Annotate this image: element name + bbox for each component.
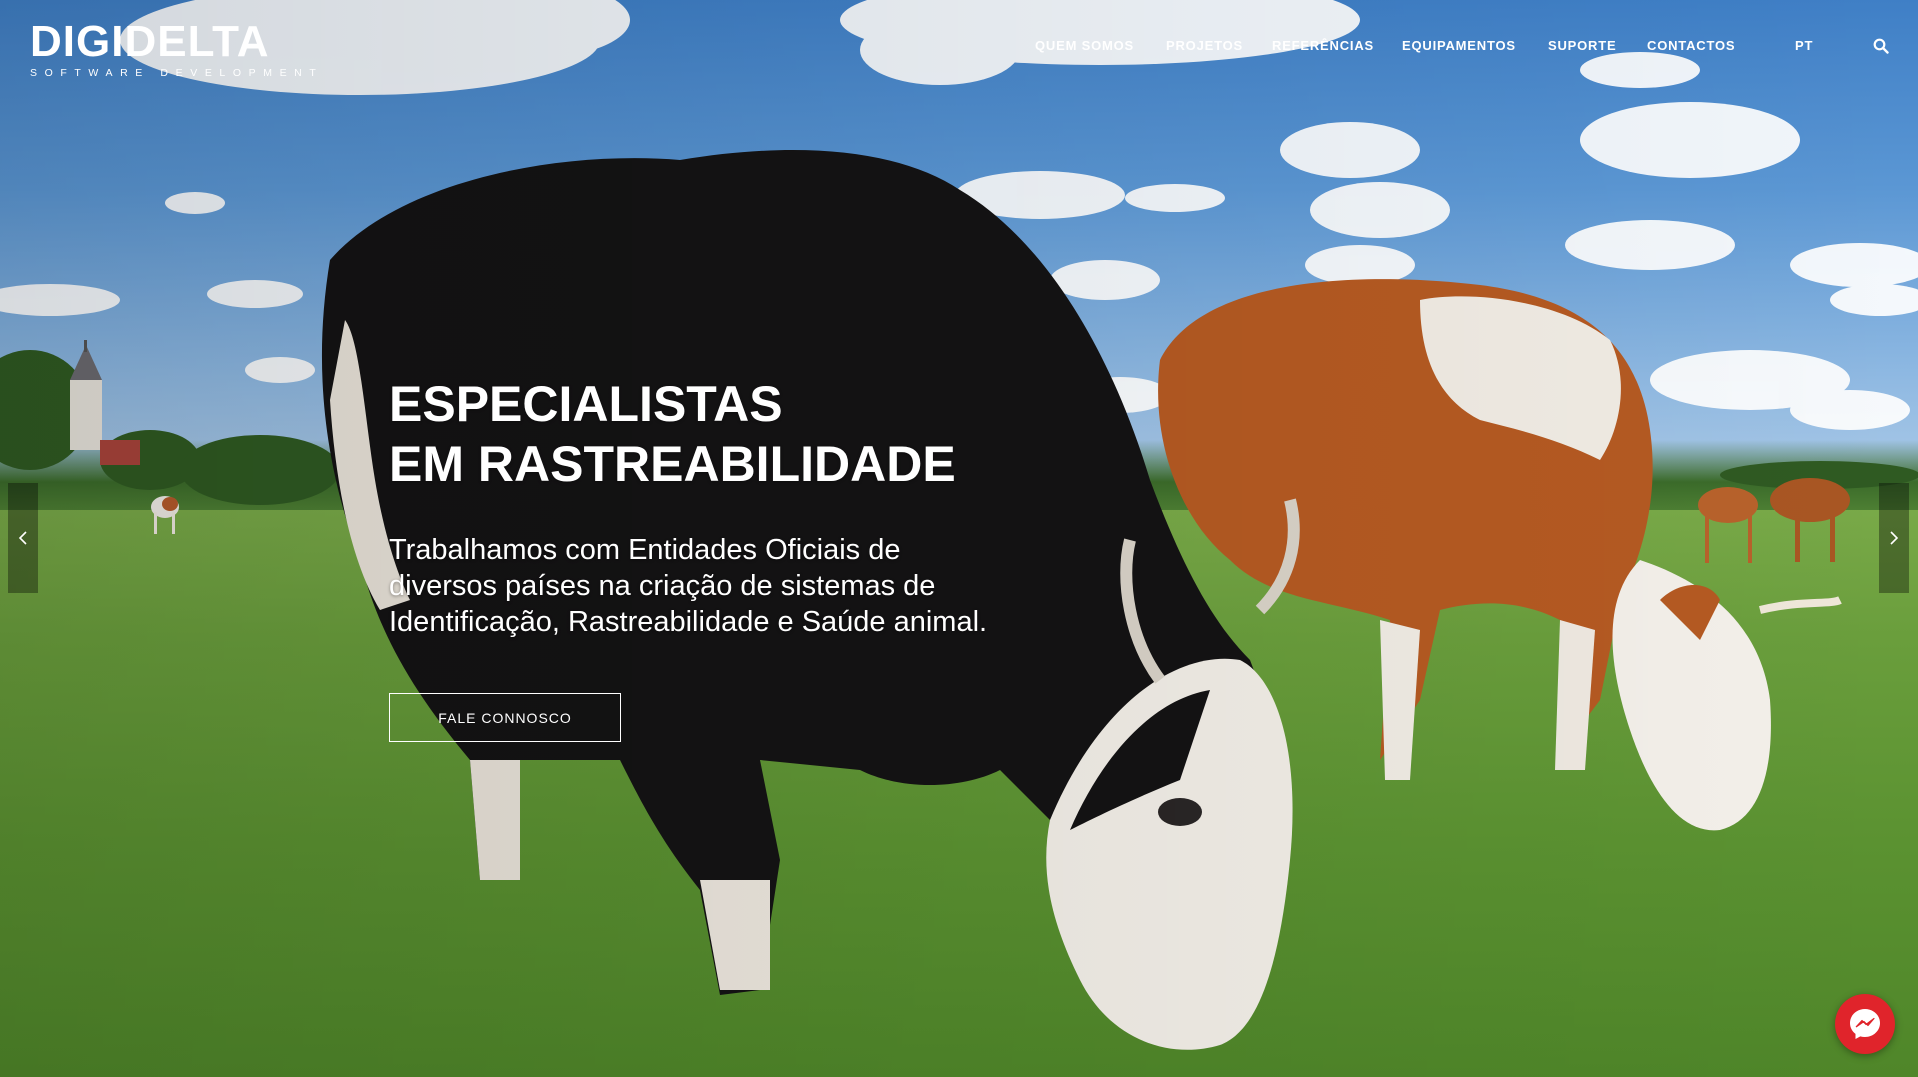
logo-tagline: SOFTWARE DEVELOPMENT: [30, 67, 324, 79]
language-selector[interactable]: PT: [1795, 38, 1813, 53]
nav-item-projetos[interactable]: PROJETOS: [1166, 38, 1243, 53]
site-header: DIGIDELTA SOFTWARE DEVELOPMENT QUEM SOMO…: [0, 0, 1918, 100]
hero-headline-line1: ESPECIALISTAS: [389, 376, 783, 432]
logo[interactable]: DIGIDELTA SOFTWARE DEVELOPMENT: [30, 17, 324, 80]
nav-item-referencias[interactable]: REFERÊNCIAS: [1272, 38, 1374, 53]
hero-lead-text: Trabalhamos com Entidades Oficiais de di…: [389, 534, 988, 638]
messenger-chat-button[interactable]: [1835, 994, 1895, 1054]
chevron-right-icon: [1890, 531, 1899, 545]
messenger-icon: [1850, 1009, 1880, 1039]
search-icon[interactable]: [1873, 38, 1889, 54]
hero-headline: ESPECIALISTAS EM RASTREABILIDADE: [389, 374, 956, 494]
contact-us-button[interactable]: FALE CONNOSCO: [389, 693, 621, 742]
chevron-left-icon: [18, 531, 27, 545]
nav-item-suporte[interactable]: SUPORTE: [1548, 38, 1616, 53]
logo-wordmark: DIGIDELTA: [30, 17, 270, 66]
slider-prev-button[interactable]: [8, 483, 38, 593]
nav-item-contactos[interactable]: CONTACTOS: [1647, 38, 1735, 53]
nav-item-equipamentos[interactable]: EQUIPAMENTOS: [1402, 38, 1516, 53]
slider-next-button[interactable]: [1879, 483, 1909, 593]
hero-headline-line2: EM RASTREABILIDADE: [389, 436, 956, 492]
nav-item-quem-somos[interactable]: QUEM SOMOS: [1035, 38, 1134, 53]
